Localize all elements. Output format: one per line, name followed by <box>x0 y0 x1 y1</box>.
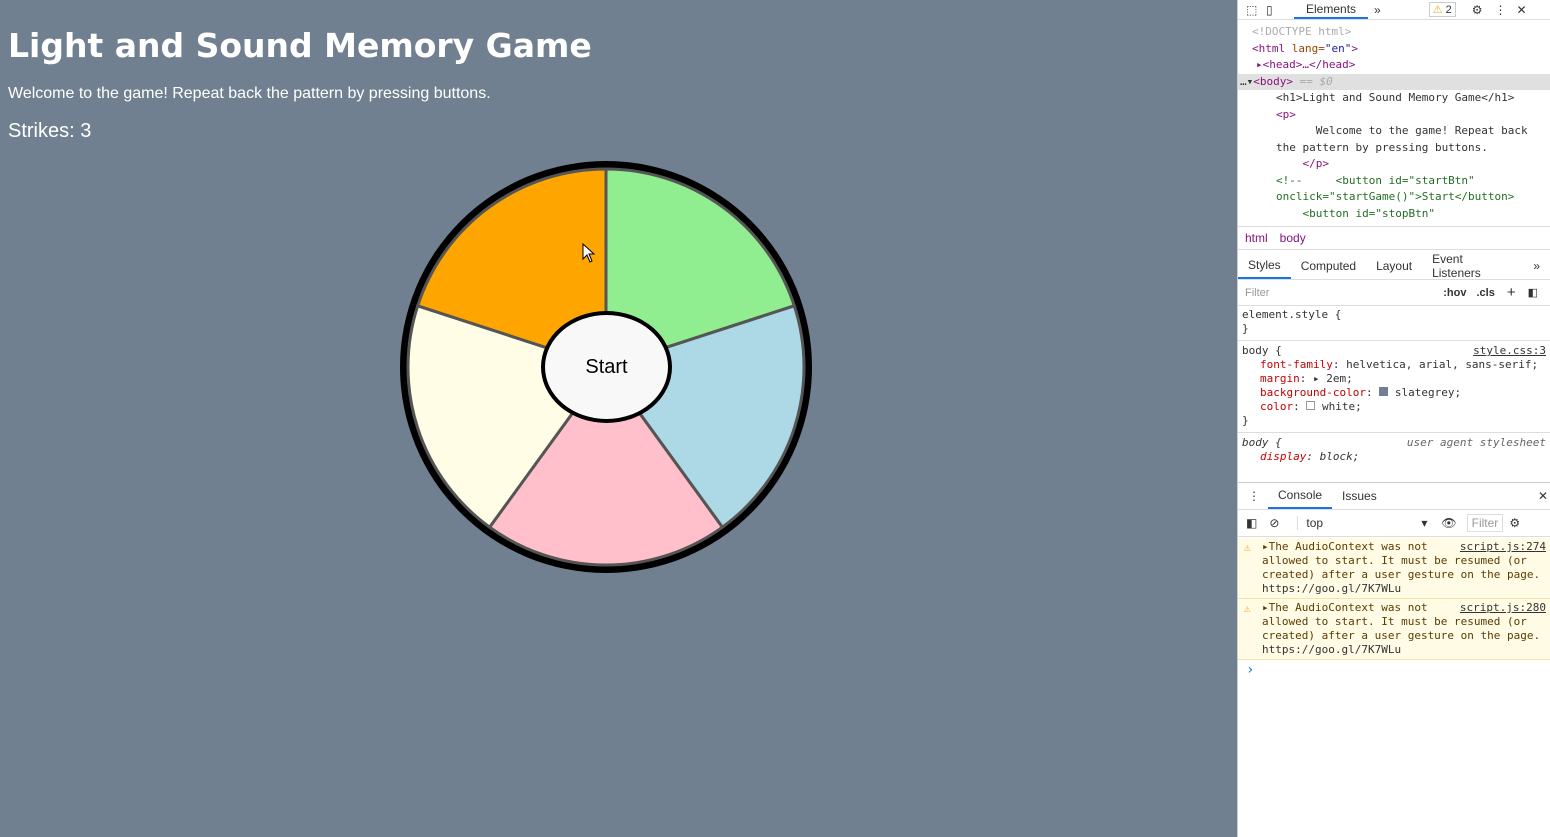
warnings-badge[interactable]: ⚠ 2 <box>1428 2 1456 17</box>
context-value: top <box>1306 516 1324 530</box>
decl-background-color[interactable]: background-color: slategrey; <box>1242 386 1546 400</box>
clear-console-icon[interactable]: ⊘ <box>1269 516 1279 530</box>
dom-h1[interactable]: <h1>Light and Sound Memory Game</h1> <box>1238 90 1550 107</box>
live-expression-eye-icon[interactable]: 👁 <box>1441 516 1456 530</box>
rule-close: } <box>1242 414 1249 427</box>
console-tabs: ⋮ Console Issues ✕ <box>1238 482 1550 510</box>
more-tabs-button[interactable]: » <box>1374 3 1381 17</box>
dom-p-close: </p> <box>1276 157 1329 170</box>
dom-comment[interactable]: <!-- <button id="startBtn" <box>1238 173 1550 190</box>
style-source-link[interactable]: style.css:3 <box>1473 344 1546 358</box>
tab-computed[interactable]: Computed <box>1291 252 1366 279</box>
close-icon[interactable]: ✕ <box>1517 3 1527 17</box>
start-button[interactable]: Start <box>541 311 672 423</box>
hov-button[interactable]: :hov <box>1443 287 1466 299</box>
new-rule-button[interactable]: + <box>1507 284 1516 301</box>
start-label: Start <box>585 355 628 378</box>
dom-comment-cont2: <button id="stopBtn" <box>1276 206 1435 220</box>
game-page: Light and Sound Memory Game Welcome to t… <box>0 0 1237 837</box>
console-filter-input[interactable]: Filter <box>1466 514 1504 532</box>
decl-color[interactable]: color: white; <box>1242 400 1546 414</box>
message-help-link[interactable]: https://goo.gl/7K7WLu <box>1262 643 1401 656</box>
breadcrumb: html body <box>1238 226 1550 250</box>
decl-margin[interactable]: margin: ▸ 2em; <box>1242 372 1546 386</box>
warnings-count: 2 <box>1445 4 1452 16</box>
toggle-sidebar-icon[interactable]: ◧ <box>1528 286 1538 299</box>
strikes-counter: Strikes: 3 <box>8 120 92 142</box>
body-rule-selector: body { <box>1242 344 1282 357</box>
console-messages: ⚠ script.js:274 ▸The AudioContext was not … <box>1238 538 1550 680</box>
dom-p[interactable]: <p> <box>1238 107 1550 124</box>
settings-icon[interactable]: ⚙ <box>1472 3 1483 17</box>
color-swatch[interactable] <box>1379 387 1389 396</box>
styles-tabs: Styles Computed Layout Event Listeners » <box>1238 252 1550 280</box>
ua-rule-selector: body { <box>1242 436 1282 449</box>
inspect-icon[interactable]: ⬚ <box>1246 3 1260 17</box>
cls-button[interactable]: .cls <box>1476 287 1494 299</box>
decl-display: display: block; <box>1260 450 1360 462</box>
tab-issues[interactable]: Issues <box>1332 483 1387 509</box>
device-toggle-icon[interactable]: ▯ <box>1266 3 1280 17</box>
more-style-tabs[interactable]: » <box>1523 252 1550 279</box>
drawer-menu-icon[interactable]: ⋮ <box>1248 489 1260 503</box>
rule-close: } <box>1242 322 1249 335</box>
tab-console[interactable]: Console <box>1268 483 1333 509</box>
decl-font-family[interactable]: font-family: helvetica, arial, sans-seri… <box>1242 358 1546 372</box>
warning-icon: ⚠ <box>1244 541 1251 554</box>
console-settings-icon[interactable]: ⚙ <box>1509 516 1520 530</box>
console-prompt[interactable]: › <box>1238 660 1550 680</box>
console-warning[interactable]: ⚠ script.js:280 ▸The AudioContext was not … <box>1238 599 1550 660</box>
menu-icon[interactable]: ⋮ <box>1495 3 1507 17</box>
tab-layout[interactable]: Layout <box>1366 252 1422 279</box>
element-style-rule[interactable]: element.style { <box>1242 308 1546 322</box>
tab-event-listeners[interactable]: Event Listeners <box>1422 252 1523 280</box>
styles-pane: element.style { } body { style.css:3 font… <box>1238 306 1550 464</box>
devtools-panel: ⬚ ▯ Elements » ⚠ 2 ⚙ ⋮ ✕ <!DOCTYPE html>… <box>1237 0 1550 837</box>
warning-icon: ⚠ <box>1432 4 1443 16</box>
message-source-link[interactable]: script.js:280 <box>1460 601 1546 615</box>
styles-filter-bar: Filter :hov .cls + ◧ <box>1238 280 1550 306</box>
tab-styles[interactable]: Styles <box>1238 252 1291 279</box>
ua-source: user agent stylesheet <box>1406 436 1546 449</box>
breadcrumb-html[interactable]: html <box>1245 231 1268 245</box>
console-toolbar: ◧ ⊘ top ▾ 👁 Filter ⚙ <box>1238 510 1550 537</box>
message-help-link[interactable]: https://goo.gl/7K7WLu <box>1262 582 1401 595</box>
close-drawer-icon[interactable]: ✕ <box>1538 489 1548 503</box>
dom-text-cont: the pattern by pressing buttons. <box>1276 140 1488 154</box>
dom-tree: <!DOCTYPE html> <html lang="en"> ▸<head>… <box>1238 20 1550 226</box>
console-warning[interactable]: ⚠ script.js:274 ▸The AudioContext was not … <box>1238 538 1550 599</box>
warning-icon: ⚠ <box>1244 602 1251 615</box>
dom-comment-cont: onclick="startGame()">Start</button> <box>1276 190 1515 203</box>
dom-html[interactable]: <html lang="en"> <box>1238 41 1550 58</box>
intro-text: Welcome to the game! Repeat back the pat… <box>8 85 491 102</box>
mouse-cursor-icon <box>582 243 596 263</box>
dom-doctype[interactable]: <!DOCTYPE html> <box>1238 24 1550 41</box>
dom-text[interactable]: Welcome to the game! Repeat back <box>1238 123 1550 140</box>
styles-filter-input[interactable]: Filter <box>1245 287 1443 299</box>
page-title: Light and Sound Memory Game <box>8 26 592 65</box>
dom-body-selected[interactable]: …▾<body> == $0 <box>1238 73 1550 90</box>
dom-head[interactable]: ▸<head>…</head> <box>1238 57 1550 74</box>
breadcrumb-body[interactable]: body <box>1280 231 1306 245</box>
devtools-toolbar: ⬚ ▯ Elements » ⚠ 2 ⚙ ⋮ ✕ <box>1238 0 1550 20</box>
message-source-link[interactable]: script.js:274 <box>1460 540 1546 554</box>
tab-elements[interactable]: Elements <box>1294 0 1369 19</box>
sidebar-toggle-icon[interactable]: ◧ <box>1246 516 1257 530</box>
context-select[interactable]: top ▾ <box>1297 516 1427 530</box>
